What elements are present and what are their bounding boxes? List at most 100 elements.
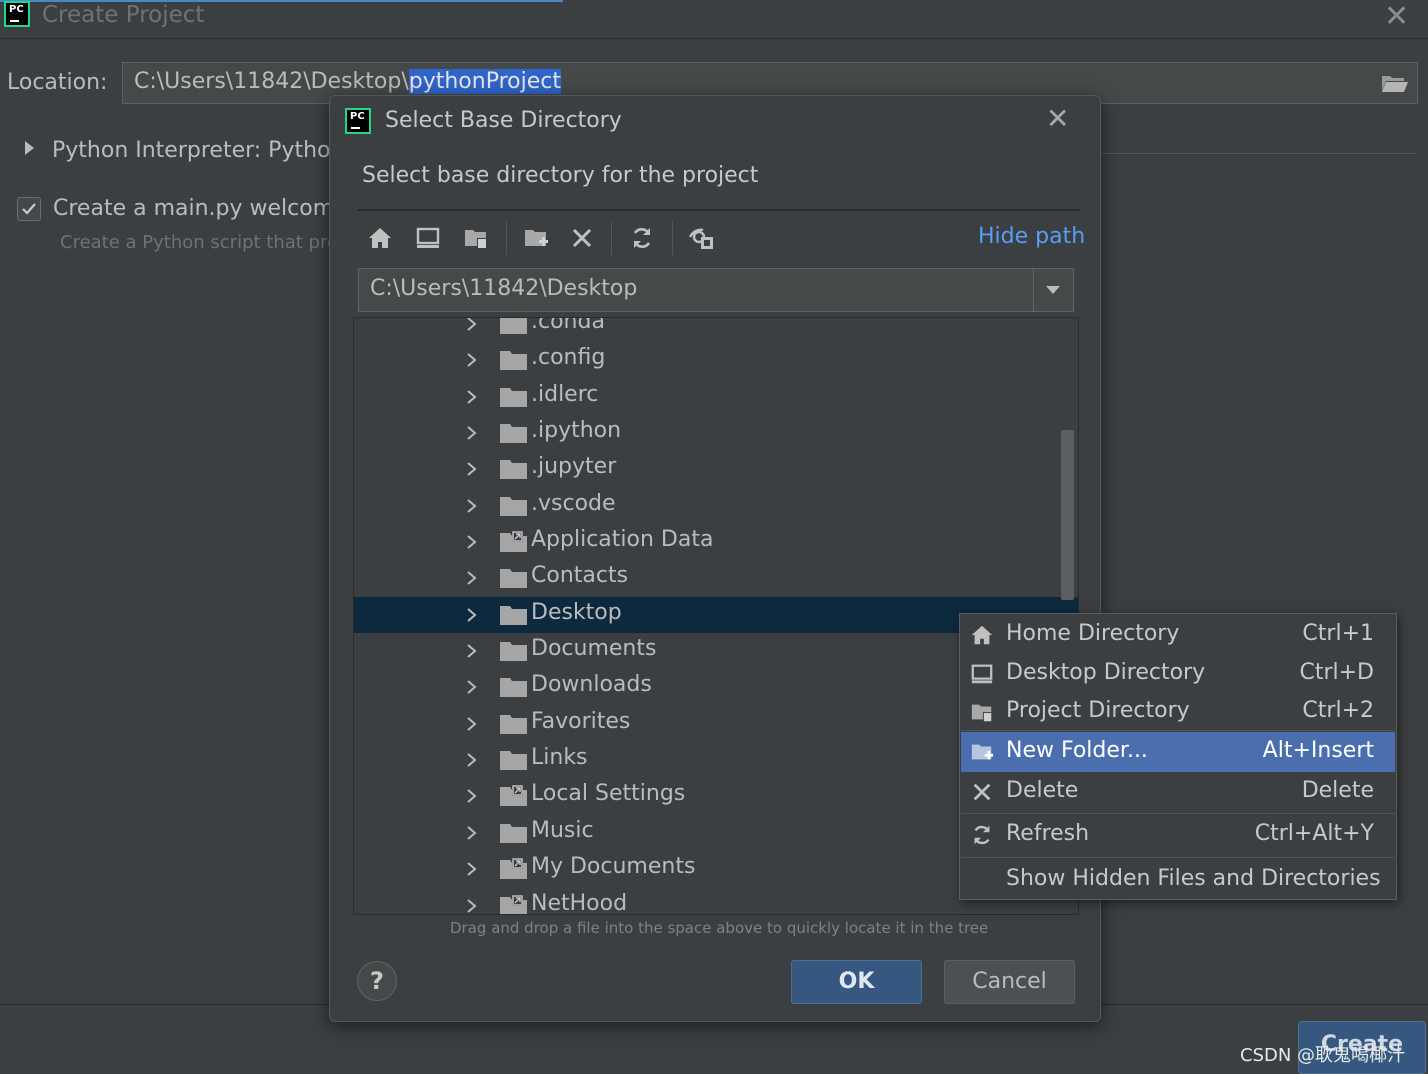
folder-icon — [499, 749, 529, 775]
tree-row-label: .ipython — [531, 418, 622, 444]
chevron-right-icon[interactable] — [466, 607, 478, 627]
chevron-right-icon[interactable] — [466, 318, 478, 336]
chevron-right-icon[interactable] — [466, 716, 478, 736]
context-menu: Home Directory Ctrl+1 Desktop Directory Ctr… — [959, 613, 1397, 900]
linked-folder-icon — [499, 894, 529, 914]
menu-item-home-directory[interactable]: Home Directory Ctrl+1 — [961, 617, 1395, 653]
menu-separator — [961, 730, 1395, 731]
folder-icon — [499, 604, 529, 630]
window-close-icon[interactable]: ✕ — [1384, 0, 1409, 34]
ok-button[interactable]: OK — [791, 960, 922, 1004]
pycharm-logo-icon: PC — [4, 1, 30, 27]
location-selected-text: pythonProject — [408, 69, 561, 94]
location-prefix: C:\Users\11842\Desktop\ — [134, 69, 409, 94]
chevron-right-icon[interactable] — [466, 643, 478, 663]
menu-item-new-folder[interactable]: New Folder... Alt+Insert — [961, 732, 1395, 772]
path-combobox[interactable]: C:\Users\11842\Desktop — [358, 268, 1074, 312]
linked-folder-icon — [499, 531, 529, 557]
chevron-right-icon[interactable] — [466, 679, 478, 699]
create-main-checkbox[interactable] — [17, 197, 41, 221]
tree-row[interactable]: .config — [354, 342, 1078, 378]
tree-row-label: .vscode — [531, 490, 616, 516]
folder-icon — [499, 676, 529, 702]
chevron-right-icon[interactable] — [466, 898, 478, 915]
create-main-label: Create a main.py welcome — [53, 196, 348, 221]
tree-row[interactable]: .jupyter — [354, 451, 1078, 487]
tree-row[interactable]: Application Data — [354, 524, 1078, 560]
menu-item-label: Refresh — [1006, 821, 1090, 846]
chevron-right-icon[interactable] — [466, 425, 478, 445]
linked-folder-icon — [499, 785, 529, 811]
home-icon[interactable] — [363, 221, 397, 255]
menu-item-refresh[interactable]: Refresh Ctrl+Alt+Y — [961, 815, 1395, 855]
show-hidden-icon[interactable] — [685, 221, 719, 255]
delete-icon — [970, 780, 994, 808]
menu-item-label: Show Hidden Files and Directories — [1006, 866, 1381, 891]
help-button[interactable]: ? — [357, 961, 397, 1001]
location-label: Location: — [7, 70, 108, 95]
tree-row[interactable]: .idlerc — [354, 379, 1078, 415]
tree-scrollbar[interactable] — [1061, 430, 1074, 600]
tree-row[interactable]: .ipython — [354, 415, 1078, 451]
menu-item-shortcut: Delete — [1301, 778, 1374, 803]
dialog-title: Select Base Directory — [385, 108, 622, 133]
hide-path-link[interactable]: Hide path — [978, 224, 1085, 249]
chevron-right-icon[interactable] — [466, 788, 478, 808]
refresh-icon[interactable] — [625, 221, 659, 255]
tree-row-label: My Documents — [531, 854, 696, 880]
chevron-right-icon[interactable] — [466, 825, 478, 845]
tree-row[interactable]: .vscode — [354, 488, 1078, 524]
menu-item-project-directory[interactable]: Project Directory Ctrl+2 — [961, 694, 1395, 730]
dropdown-arrow-icon[interactable] — [1033, 269, 1074, 311]
refresh-icon — [970, 823, 994, 851]
project-directory-icon — [970, 700, 994, 728]
window-titlebar — [0, 0, 1428, 39]
toolbar-divider — [506, 221, 507, 255]
menu-item-label: New Folder... — [1006, 738, 1148, 763]
chevron-right-icon[interactable] — [466, 752, 478, 772]
folder-icon — [499, 318, 529, 339]
chevron-right-icon[interactable] — [466, 861, 478, 881]
dialog-close-icon[interactable]: ✕ — [1046, 102, 1069, 135]
menu-item-desktop-directory[interactable]: Desktop Directory Ctrl+D — [961, 656, 1395, 692]
delete-icon[interactable] — [565, 221, 599, 255]
toolbar-divider — [611, 221, 612, 255]
menu-item-label: Delete — [1006, 778, 1079, 803]
folder-icon — [499, 567, 529, 593]
tree-row-label: Documents — [531, 636, 657, 662]
tree-row-label: Downloads — [531, 672, 652, 698]
new-folder-icon[interactable] — [519, 221, 553, 255]
menu-item-delete[interactable]: Delete Delete — [961, 773, 1395, 811]
menu-separator — [961, 857, 1395, 858]
menu-item-label: Desktop Directory — [1006, 660, 1206, 685]
folder-icon — [499, 822, 529, 848]
tree-row-label: Local Settings — [531, 781, 686, 807]
chevron-right-icon[interactable] — [466, 498, 478, 518]
home-icon — [970, 623, 994, 651]
menu-item-shortcut: Alt+Insert — [1262, 738, 1374, 763]
desktop-icon[interactable] — [411, 221, 445, 255]
new-folder-icon — [970, 740, 994, 768]
tree-row-label: Links — [531, 745, 588, 771]
chevron-right-icon[interactable] — [466, 534, 478, 554]
chevron-right-icon[interactable] — [466, 461, 478, 481]
watermark: CSDN @耿鬼喝椰汁 — [1240, 1045, 1406, 1066]
chevron-right-icon[interactable] — [466, 570, 478, 590]
menu-item-show-hidden-files-and-directories[interactable]: Show Hidden Files and Directories — [961, 860, 1395, 900]
section-separator — [1100, 153, 1416, 154]
tree-row[interactable]: .conda — [354, 318, 1078, 342]
folder-icon — [499, 713, 529, 739]
chevron-right-icon[interactable] — [466, 389, 478, 409]
project-directory-icon[interactable] — [459, 221, 493, 255]
python-interpreter-toggle[interactable]: Python Interpreter: Python — [25, 138, 344, 163]
pycharm-logo-icon: PC — [345, 108, 371, 134]
tree-row-label: Application Data — [531, 527, 714, 553]
dialog-separator — [358, 209, 1080, 211]
tree-row[interactable]: Contacts — [354, 560, 1078, 596]
tree-row-label: Music — [531, 817, 594, 843]
create-main-description: Create a Python script that pro — [60, 232, 338, 253]
chevron-right-icon[interactable] — [466, 352, 478, 372]
cancel-button[interactable]: Cancel — [944, 960, 1075, 1004]
menu-separator — [961, 813, 1395, 814]
browse-folder-icon[interactable] — [1381, 73, 1409, 93]
